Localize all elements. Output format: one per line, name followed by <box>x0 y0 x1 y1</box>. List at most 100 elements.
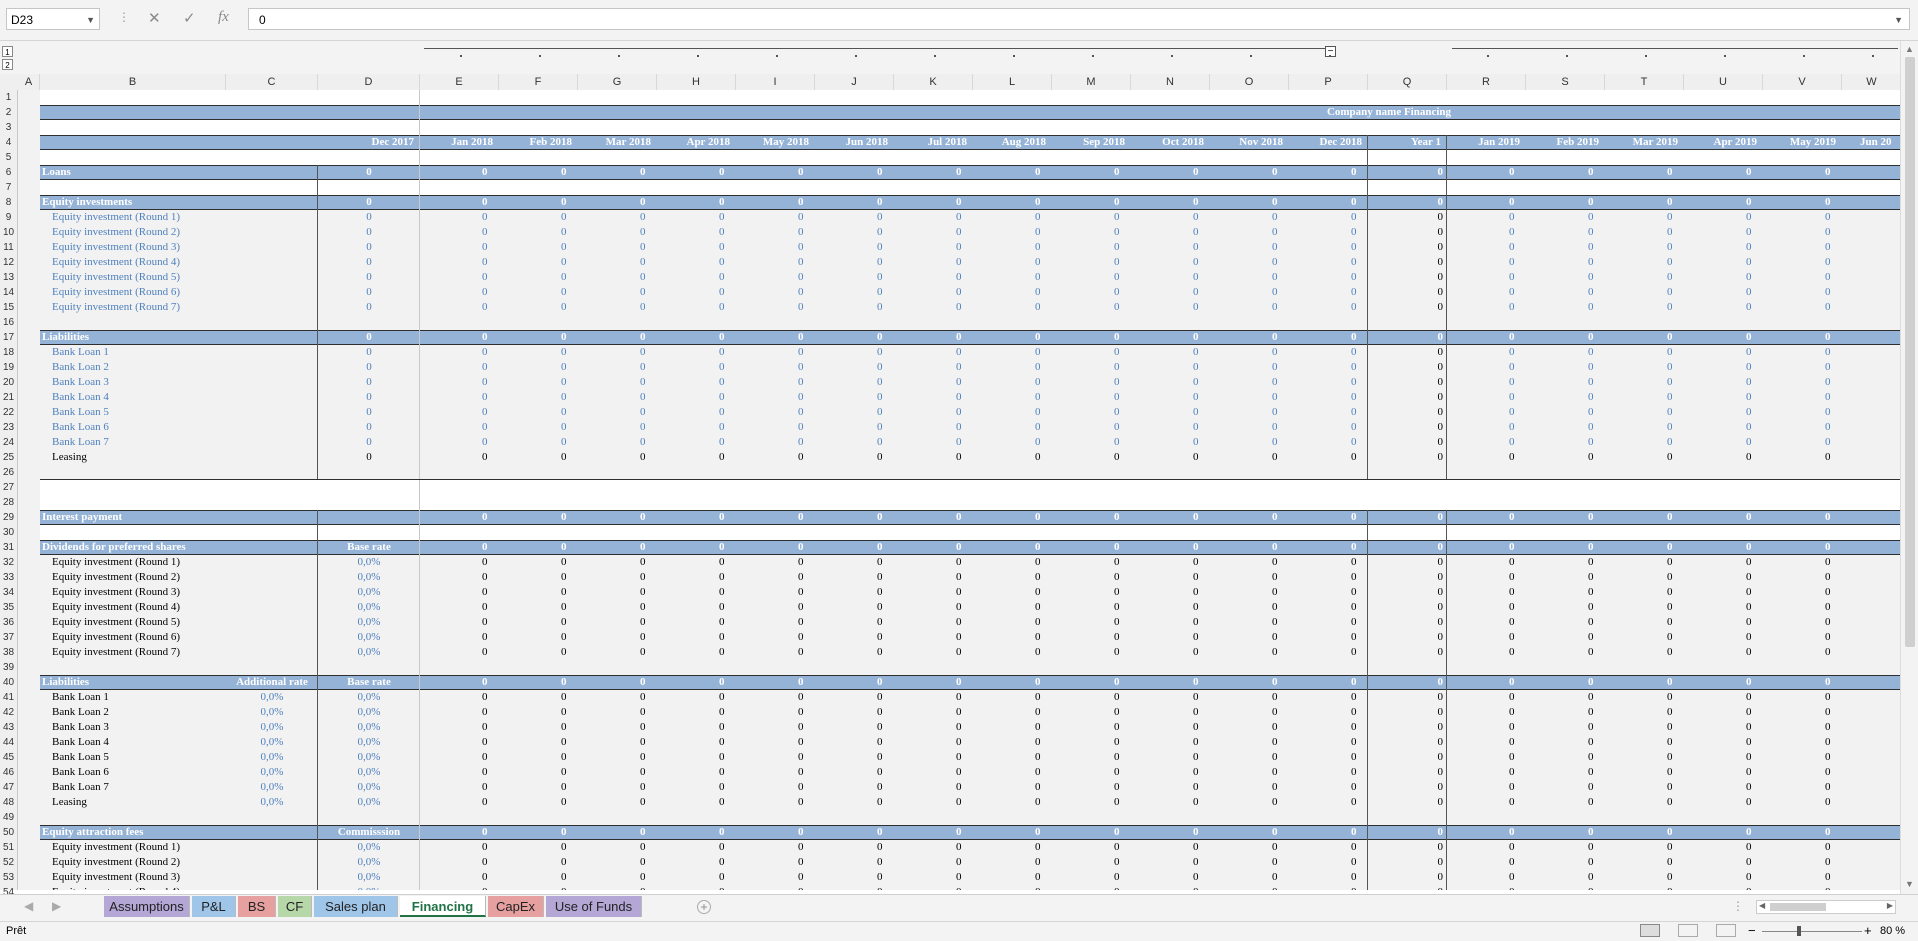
value-cell[interactable]: 0 <box>657 870 725 885</box>
value-cell[interactable]: 0 <box>657 510 725 525</box>
sheet-tab-sales-plan[interactable]: Sales plan <box>314 896 398 917</box>
column-header[interactable]: Q <box>1368 74 1447 90</box>
value-cell[interactable]: 0 <box>973 510 1041 525</box>
horizontal-scrollbar[interactable]: ◀ ▶ <box>1756 900 1896 914</box>
rate-cell[interactable]: 0,0% <box>318 840 420 855</box>
value-cell[interactable]: 0 <box>973 750 1041 765</box>
value-cell[interactable]: 0 <box>578 840 646 855</box>
value-cell[interactable]: 0 <box>1447 795 1515 810</box>
value-cell[interactable]: 0 <box>1605 345 1673 360</box>
value-cell[interactable]: 0 <box>318 300 420 315</box>
value-cell[interactable]: 0 <box>578 285 646 300</box>
value-cell[interactable]: 0 <box>1763 645 1831 660</box>
value-cell[interactable]: 0 <box>973 450 1041 465</box>
value-cell[interactable]: 0 <box>1684 240 1752 255</box>
value-cell[interactable]: 0 <box>815 825 883 840</box>
value-cell[interactable]: 0 <box>1605 300 1673 315</box>
value-cell[interactable]: 0 <box>815 705 883 720</box>
value-cell[interactable]: 0 <box>736 420 804 435</box>
column-header[interactable]: B <box>40 74 226 90</box>
value-cell[interactable]: 0 <box>318 345 420 360</box>
value-cell[interactable]: 0 <box>894 510 962 525</box>
value-cell[interactable]: 0 <box>420 555 488 570</box>
value-cell[interactable]: 0 <box>1052 540 1120 555</box>
value-cell[interactable]: 0 <box>736 555 804 570</box>
value-cell[interactable]: 0 <box>1131 705 1199 720</box>
value-cell[interactable]: 0 <box>736 675 804 690</box>
value-cell[interactable]: 0 <box>815 870 883 885</box>
value-cell[interactable]: 0 <box>894 390 962 405</box>
value-cell[interactable]: 0 <box>1131 270 1199 285</box>
value-cell[interactable]: 0 <box>1368 780 1444 795</box>
value-cell[interactable]: 0 <box>420 615 488 630</box>
value-cell[interactable]: 0 <box>1052 210 1120 225</box>
value-cell[interactable]: 0 <box>420 600 488 615</box>
value-cell[interactable]: 0 <box>1684 195 1752 210</box>
value-cell[interactable]: 0 <box>815 300 883 315</box>
value-cell[interactable]: 0 <box>578 870 646 885</box>
page-break-icon[interactable] <box>1716 924 1736 937</box>
value-cell[interactable]: 0 <box>420 510 488 525</box>
value-cell[interactable]: 0 <box>894 375 962 390</box>
value-cell[interactable]: 0 <box>1131 540 1199 555</box>
value-cell[interactable]: 0 <box>973 285 1041 300</box>
vertical-scrollbar[interactable]: ▲ ▼ <box>1900 41 1918 894</box>
row-header[interactable]: 6 <box>0 165 17 180</box>
rate-cell[interactable]: 0,0% <box>318 615 420 630</box>
value-cell[interactable]: 0 <box>1210 630 1278 645</box>
value-cell[interactable]: 0 <box>318 390 420 405</box>
value-cell[interactable]: 0 <box>499 270 567 285</box>
value-cell[interactable]: 0 <box>1131 285 1199 300</box>
value-cell[interactable]: 0 <box>657 255 725 270</box>
value-cell[interactable]: 0 <box>578 240 646 255</box>
value-cell[interactable]: 0 <box>1526 735 1594 750</box>
value-cell[interactable]: 0 <box>420 765 488 780</box>
value-cell[interactable]: 0 <box>1131 645 1199 660</box>
value-cell[interactable]: 0 <box>1131 825 1199 840</box>
value-cell[interactable]: 0 <box>1052 300 1120 315</box>
value-cell[interactable]: 0 <box>1526 300 1594 315</box>
value-cell[interactable]: 0 <box>1368 195 1444 210</box>
value-cell[interactable]: 0 <box>420 750 488 765</box>
value-cell[interactable]: 0 <box>578 540 646 555</box>
value-cell[interactable]: 0 <box>1763 360 1831 375</box>
value-cell[interactable]: 0 <box>420 855 488 870</box>
value-cell[interactable]: 0 <box>420 870 488 885</box>
value-cell[interactable]: 0 <box>973 630 1041 645</box>
value-cell[interactable]: 0 <box>1763 600 1831 615</box>
value-cell[interactable]: 0 <box>578 675 646 690</box>
value-cell[interactable]: 0 <box>318 375 420 390</box>
scroll-right-icon[interactable]: ▶ <box>1887 901 1893 910</box>
value-cell[interactable]: 0 <box>736 375 804 390</box>
value-cell[interactable]: 0 <box>1763 450 1831 465</box>
value-cell[interactable]: 0 <box>1605 720 1673 735</box>
value-cell[interactable]: 0 <box>1289 165 1357 180</box>
value-cell[interactable]: 0 <box>1605 510 1673 525</box>
column-header[interactable]: J <box>815 74 894 90</box>
value-cell[interactable]: 0 <box>1684 255 1752 270</box>
value-cell[interactable]: 0 <box>1763 555 1831 570</box>
value-cell[interactable]: 0 <box>1131 195 1199 210</box>
value-cell[interactable]: 0 <box>736 450 804 465</box>
value-cell[interactable]: 0 <box>1763 795 1831 810</box>
value-cell[interactable]: 0 <box>973 210 1041 225</box>
value-cell[interactable]: 0 <box>1526 675 1594 690</box>
value-cell[interactable]: 0 <box>1526 210 1594 225</box>
value-cell[interactable]: 0 <box>815 675 883 690</box>
value-cell[interactable]: 0 <box>894 825 962 840</box>
value-cell[interactable]: 0 <box>1131 720 1199 735</box>
value-cell[interactable]: 0 <box>1684 570 1752 585</box>
value-cell[interactable]: 0 <box>657 570 725 585</box>
page-layout-icon[interactable] <box>1678 924 1698 937</box>
value-cell[interactable]: 0 <box>815 840 883 855</box>
row-header[interactable]: 4 <box>0 135 17 150</box>
value-cell[interactable]: 0 <box>1210 840 1278 855</box>
value-cell[interactable]: 0 <box>894 450 962 465</box>
value-cell[interactable]: 0 <box>1605 360 1673 375</box>
value-cell[interactable]: 0 <box>815 375 883 390</box>
value-cell[interactable]: 0 <box>1131 405 1199 420</box>
value-cell[interactable]: 0 <box>657 615 725 630</box>
row-header[interactable]: 10 <box>0 225 17 240</box>
value-cell[interactable]: 0 <box>1052 570 1120 585</box>
value-cell[interactable]: 0 <box>1763 225 1831 240</box>
